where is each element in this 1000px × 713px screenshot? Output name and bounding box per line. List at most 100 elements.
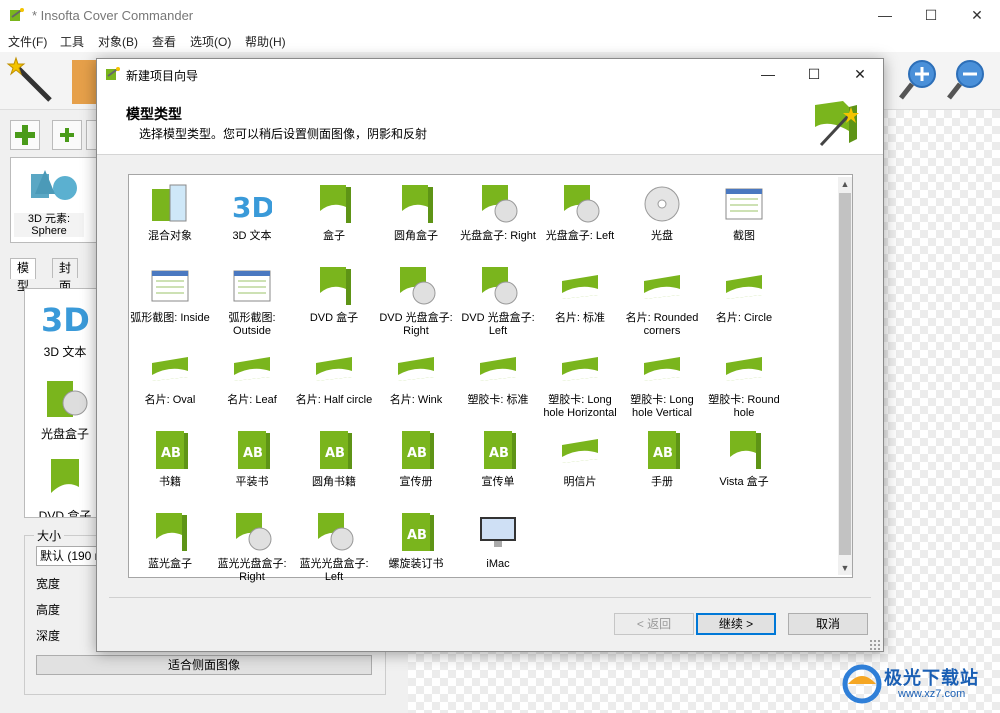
scrollbar-thumb[interactable]	[839, 193, 851, 555]
card-leaf-icon	[232, 347, 272, 389]
model-type-item[interactable]: 名片: Oval	[128, 343, 212, 425]
model-type-item[interactable]: 混合对象	[128, 179, 212, 261]
close-button[interactable]: ✕	[954, 0, 1000, 30]
height-label: 高度	[36, 603, 61, 617]
maximize-button[interactable]: ☐	[908, 0, 954, 30]
model-type-item[interactable]: 蓝光光盘盒子: Right	[210, 507, 294, 589]
model-type-item[interactable]: 弧形截图: Inside	[128, 261, 212, 343]
model-type-item[interactable]: 明信片	[538, 425, 622, 507]
menu-options[interactable]: 选项(O)	[190, 33, 231, 50]
tab-model[interactable]: 模型	[10, 258, 37, 293]
dialog-maximize-button[interactable]: ☐	[791, 59, 837, 89]
model-type-item[interactable]: 截图	[702, 179, 786, 261]
model-type-item[interactable]: 名片: 标准	[538, 261, 622, 343]
model-type-item[interactable]: 蓝光盒子	[128, 507, 212, 589]
svg-text:3D: 3D	[41, 301, 90, 337]
model-type-label: 名片: Leaf	[227, 394, 277, 406]
model-type-item[interactable]: 塑胶卡: Long hole Horizontal	[538, 343, 622, 425]
model-type-item[interactable]: 名片: Half circle	[292, 343, 376, 425]
model-type-label: 圆角书籍	[312, 476, 356, 488]
size-legend: 大小	[34, 527, 65, 544]
model-type-item[interactable]: DVD 光盘盒子: Left	[456, 261, 540, 343]
model-type-item[interactable]: 名片: Rounded corners	[620, 261, 704, 343]
model-type-item[interactable]: 圆角盒子	[374, 179, 458, 261]
model-type-item[interactable]: AB 圆角书籍	[292, 425, 376, 507]
scroll-up-arrow[interactable]: ▲	[838, 177, 852, 191]
model-list[interactable]: 3D 3D 文本 光盘盒子 DVD 盒子	[24, 288, 104, 518]
wizard-wand-icon[interactable]	[6, 56, 54, 104]
dvd-box-icon	[314, 265, 354, 307]
model-type-item[interactable]: 名片: Circle	[702, 261, 786, 343]
dvd-box-icon	[51, 459, 79, 503]
model-type-item[interactable]: 名片: Leaf	[210, 343, 294, 425]
model-type-label: 平装书	[235, 476, 269, 488]
element-label: 3D 元素: Sphere	[14, 213, 84, 237]
model-type-item[interactable]: 塑胶卡: Round hole	[702, 343, 786, 425]
3d-text-icon: 3D	[232, 183, 275, 225]
list-item[interactable]: DVD 盒子	[25, 507, 103, 517]
menu-view[interactable]: 查看	[152, 33, 176, 50]
model-type-item[interactable]: AB 手册	[620, 425, 704, 507]
box-icon	[314, 183, 354, 225]
card-oval-icon	[150, 347, 190, 389]
model-type-item[interactable]: 3D 3D 文本	[210, 179, 294, 261]
model-type-item[interactable]: 光盘盒子: Left	[538, 179, 622, 261]
svg-text:AB: AB	[653, 446, 673, 461]
model-type-label: 蓝光光盘盒子: Left	[299, 558, 369, 583]
model-type-item[interactable]: AB 平装书	[210, 425, 294, 507]
svg-text:3D: 3D	[232, 191, 272, 224]
model-type-item[interactable]: 盒子	[292, 179, 376, 261]
scroll-down-arrow[interactable]: ▼	[838, 561, 852, 575]
depth-label: 深度	[36, 629, 61, 643]
menu-help[interactable]: 帮助(H)	[245, 33, 286, 50]
menu-object[interactable]: 对象(B)	[98, 33, 138, 50]
add-button[interactable]	[10, 120, 40, 150]
model-type-item[interactable]: AB 书籍	[128, 425, 212, 507]
model-type-item[interactable]: 名片: Wink	[374, 343, 458, 425]
cd-box-left-icon	[560, 183, 600, 225]
dialog-minimize-button[interactable]: —	[745, 59, 791, 89]
model-type-item[interactable]: 蓝光光盘盒子: Left	[292, 507, 376, 589]
bluray-box-icon	[150, 511, 190, 553]
watermark-url: www.xz7.com	[898, 688, 966, 700]
zoom-out-icon[interactable]	[946, 58, 986, 102]
add-small-button[interactable]	[52, 120, 82, 150]
model-type-item[interactable]: DVD 光盘盒子: Right	[374, 261, 458, 343]
model-type-label: 圆角盒子	[394, 230, 438, 242]
back-button[interactable]: < 返回	[614, 613, 694, 635]
model-type-item[interactable]: 光盘	[620, 179, 704, 261]
model-type-item[interactable]: 弧形截图: Outside	[210, 261, 294, 343]
fit-side-image-button[interactable]: 适合侧面图像	[36, 655, 372, 675]
model-type-item[interactable]: 塑胶卡: Long hole Vertical	[620, 343, 704, 425]
model-type-item[interactable]: Vista 盒子	[702, 425, 786, 507]
model-type-list[interactable]: 混合对象 3D 3D 文本 盒子 圆角盒子 光盘盒子: Right 光盘盒子: Left 光盘…	[128, 174, 853, 583]
model-type-item[interactable]: AB 宣传单	[456, 425, 540, 507]
wizard-logo-icon	[815, 101, 859, 147]
menu-file[interactable]: 文件(F)	[8, 33, 47, 50]
next-button[interactable]: 继续 >	[696, 613, 776, 635]
list-item[interactable]: 光盘盒子	[25, 425, 103, 442]
model-type-label: 弧形截图: Inside	[130, 312, 210, 324]
card-circle-icon	[724, 265, 764, 307]
bluray-cd-left-icon	[314, 511, 354, 553]
rounded-book-icon: AB	[314, 429, 354, 471]
zoom-in-icon[interactable]	[898, 58, 938, 102]
list-item[interactable]: 3D 文本	[25, 343, 103, 360]
model-type-label: 名片: Rounded corners	[625, 312, 699, 337]
tab-cover[interactable]: 封面	[52, 258, 79, 293]
dvd-cd-box-left-icon	[478, 265, 518, 307]
minimize-button[interactable]: —	[862, 0, 908, 30]
model-type-item[interactable]: 光盘盒子: Right	[456, 179, 540, 261]
model-type-label: 名片: Oval	[144, 394, 196, 406]
dialog-close-button[interactable]: ✕	[837, 59, 883, 89]
model-type-item[interactable]: AB 螺旋装订书	[374, 507, 458, 589]
model-type-item[interactable]: 塑胶卡: 标准	[456, 343, 540, 425]
model-type-item[interactable]: iMac	[456, 507, 540, 589]
imac-icon	[478, 511, 518, 553]
model-type-item[interactable]: DVD 盒子	[292, 261, 376, 343]
menu-tools[interactable]: 工具	[60, 33, 84, 50]
svg-text:AB: AB	[407, 446, 427, 461]
cancel-button[interactable]: 取消	[788, 613, 868, 635]
model-type-item[interactable]: AB 宣传册	[374, 425, 458, 507]
resize-grip[interactable]	[869, 639, 881, 651]
